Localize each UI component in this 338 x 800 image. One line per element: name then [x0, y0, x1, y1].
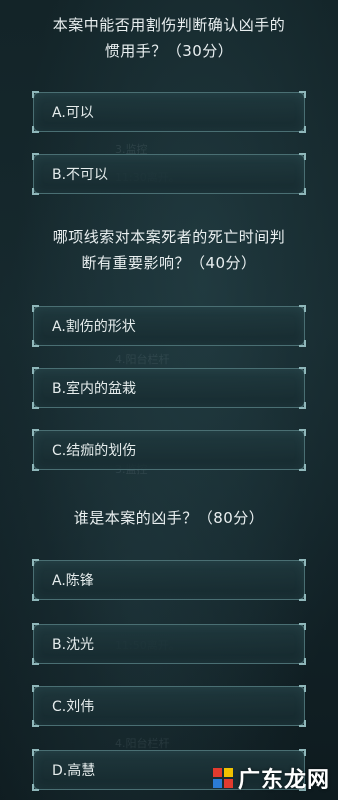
question-3-option-a[interactable]: A.陈锋: [32, 559, 306, 601]
option-label: C.结痂的划伤: [52, 443, 137, 459]
option-label: B.室内的盆栽: [52, 381, 137, 397]
option-label: A.可以: [52, 105, 94, 121]
option-label: C.刘伟: [52, 699, 95, 715]
question-2-title: 哪项线索对本案死者的死亡时间判 断有重要影响？（40分）: [20, 224, 318, 276]
option-label: B.不可以: [52, 167, 109, 183]
watermark-logo-icon: [212, 768, 233, 788]
watermark-text: 广东龙网: [237, 767, 330, 793]
question-2-option-b[interactable]: B.室内的盆栽: [32, 367, 306, 409]
question-3-option-b[interactable]: B.沈光: [32, 623, 306, 665]
question-1-title: 本案中能否用割伤判断确认凶手的 惯用手？（30分）: [20, 12, 318, 64]
question-2-line-1: 哪项线索对本案死者的死亡时间判: [52, 228, 286, 246]
question-1-line-2: 惯用手？（30分）: [104, 42, 234, 60]
question-2-line-2: 断有重要影响？（40分）: [81, 254, 257, 272]
option-label: D.高慧: [52, 763, 96, 779]
question-2-option-c[interactable]: C.结痂的划伤: [32, 429, 306, 471]
question-1-option-b[interactable]: B.不可以: [32, 153, 306, 195]
option-label: A.割伤的形状: [52, 319, 136, 335]
question-1-option-a[interactable]: A.可以: [32, 91, 306, 133]
question-1-line-1: 本案中能否用割伤判断确认凶手的: [52, 16, 286, 34]
option-label: A.陈锋: [52, 573, 94, 589]
question-3-title: 谁是本案的凶手？（80分）: [20, 505, 318, 531]
option-label: B.沈光: [52, 637, 95, 653]
question-2-option-a[interactable]: A.割伤的形状: [32, 305, 306, 347]
question-3-line-1: 谁是本案的凶手？（80分）: [73, 509, 265, 527]
watermark: 广东龙网: [212, 762, 330, 794]
question-3-option-c[interactable]: C.刘伟: [32, 685, 306, 727]
